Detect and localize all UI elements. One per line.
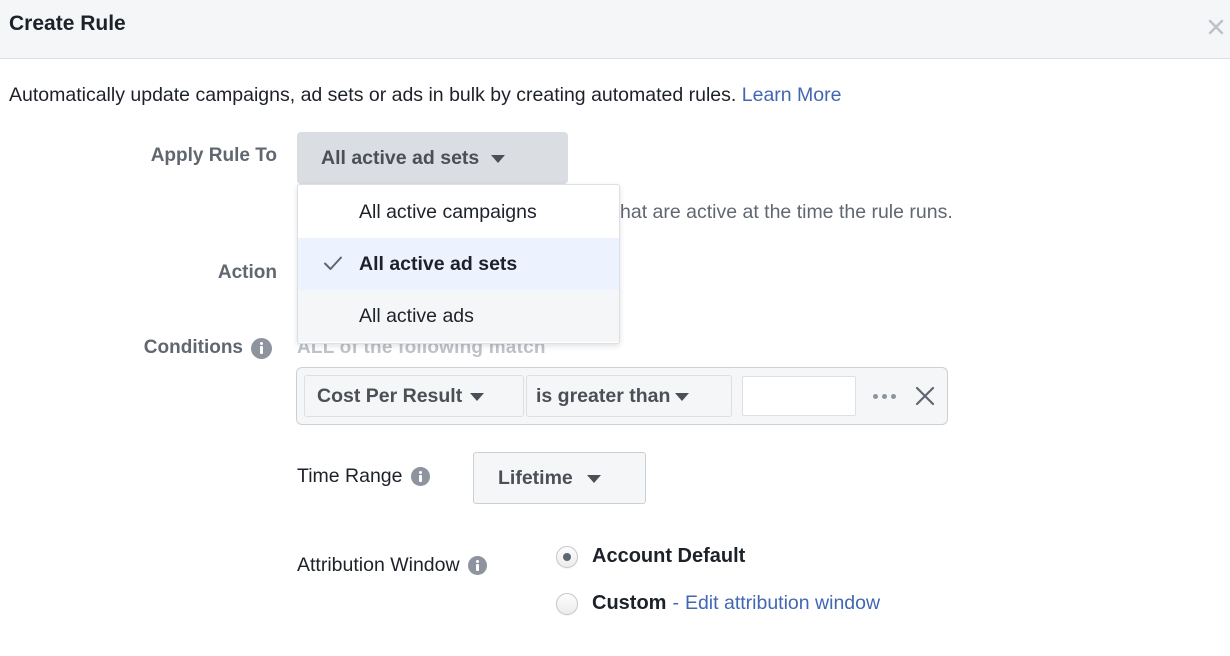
conditions-label-group: Conditions bbox=[144, 337, 272, 359]
attribution-window-label: Attribution Window bbox=[297, 554, 460, 576]
radio-button-checked[interactable] bbox=[556, 545, 578, 568]
menu-item-all-active-ads[interactable]: All active ads bbox=[298, 290, 619, 342]
dot bbox=[873, 394, 878, 399]
rule-description: Automatically update campaigns, ad sets … bbox=[9, 84, 841, 107]
attribution-option-custom[interactable]: Custom - Edit attribution window bbox=[556, 592, 880, 615]
condition-metric-value: Cost Per Result bbox=[317, 384, 463, 407]
apply-rule-helper-text: hat are active at the time the rule runs… bbox=[620, 201, 953, 223]
radio-label: Custom bbox=[592, 592, 667, 614]
condition-metric-dropdown[interactable]: Cost Per Result bbox=[304, 375, 524, 417]
condition-operator-value: is greater than bbox=[536, 384, 671, 407]
menu-item-all-active-ad-sets[interactable]: All active ad sets bbox=[298, 238, 619, 290]
dialog-title: Create Rule bbox=[9, 12, 126, 35]
info-icon[interactable] bbox=[467, 556, 487, 575]
close-button[interactable] bbox=[1200, 12, 1230, 42]
caret-down-icon bbox=[675, 393, 690, 401]
time-range-label: Time Range bbox=[297, 465, 403, 487]
radio-label: Account Default bbox=[592, 545, 746, 567]
attribution-window-label-group: Attribution Window bbox=[297, 554, 487, 577]
separator: - bbox=[672, 592, 679, 614]
condition-value-input[interactable] bbox=[742, 376, 856, 416]
caret-down-icon bbox=[470, 393, 485, 401]
dot bbox=[882, 394, 887, 399]
info-icon[interactable] bbox=[251, 337, 272, 359]
learn-more-link[interactable]: Learn More bbox=[742, 84, 842, 106]
caret-down-icon bbox=[586, 475, 601, 483]
checkmark-icon bbox=[324, 256, 342, 270]
menu-item-label: All active campaigns bbox=[359, 200, 537, 223]
dot bbox=[891, 394, 896, 399]
time-range-value: Lifetime bbox=[498, 466, 573, 489]
more-options-icon[interactable] bbox=[873, 386, 899, 406]
close-icon bbox=[1208, 19, 1224, 35]
apply-rule-selected-value: All active ad sets bbox=[321, 146, 480, 169]
condition-operator-dropdown[interactable]: is greater than bbox=[526, 375, 732, 417]
conditions-label: Conditions bbox=[143, 337, 243, 358]
caret-down-icon bbox=[491, 155, 506, 163]
edit-attribution-window-link[interactable]: Edit attribution window bbox=[685, 592, 880, 615]
apply-rule-dropdown-menu: All active campaigns All active ad sets … bbox=[297, 184, 620, 344]
create-rule-dialog: Create Rule Automatically update campaig… bbox=[0, 0, 1230, 656]
time-range-dropdown[interactable]: Lifetime bbox=[473, 452, 646, 504]
condition-row: Cost Per Result is greater than bbox=[296, 367, 948, 425]
description-text: Automatically update campaigns, ad sets … bbox=[9, 84, 737, 106]
info-icon[interactable] bbox=[410, 467, 430, 486]
attribution-option-account-default[interactable]: Account Default bbox=[556, 545, 745, 568]
close-icon bbox=[915, 386, 935, 406]
radio-button[interactable] bbox=[556, 592, 578, 615]
time-range-label-group: Time Range bbox=[297, 465, 430, 488]
dialog-header: Create Rule bbox=[0, 0, 1230, 59]
remove-condition-button[interactable] bbox=[914, 385, 936, 412]
menu-item-label: All active ad sets bbox=[359, 252, 518, 275]
menu-item-all-active-campaigns[interactable]: All active campaigns bbox=[298, 186, 619, 238]
menu-item-label: All active ads bbox=[359, 304, 474, 327]
apply-rule-to-label: Apply Rule To bbox=[150, 145, 277, 166]
apply-rule-to-dropdown[interactable]: All active ad sets bbox=[297, 132, 568, 184]
action-label: Action bbox=[217, 262, 277, 283]
